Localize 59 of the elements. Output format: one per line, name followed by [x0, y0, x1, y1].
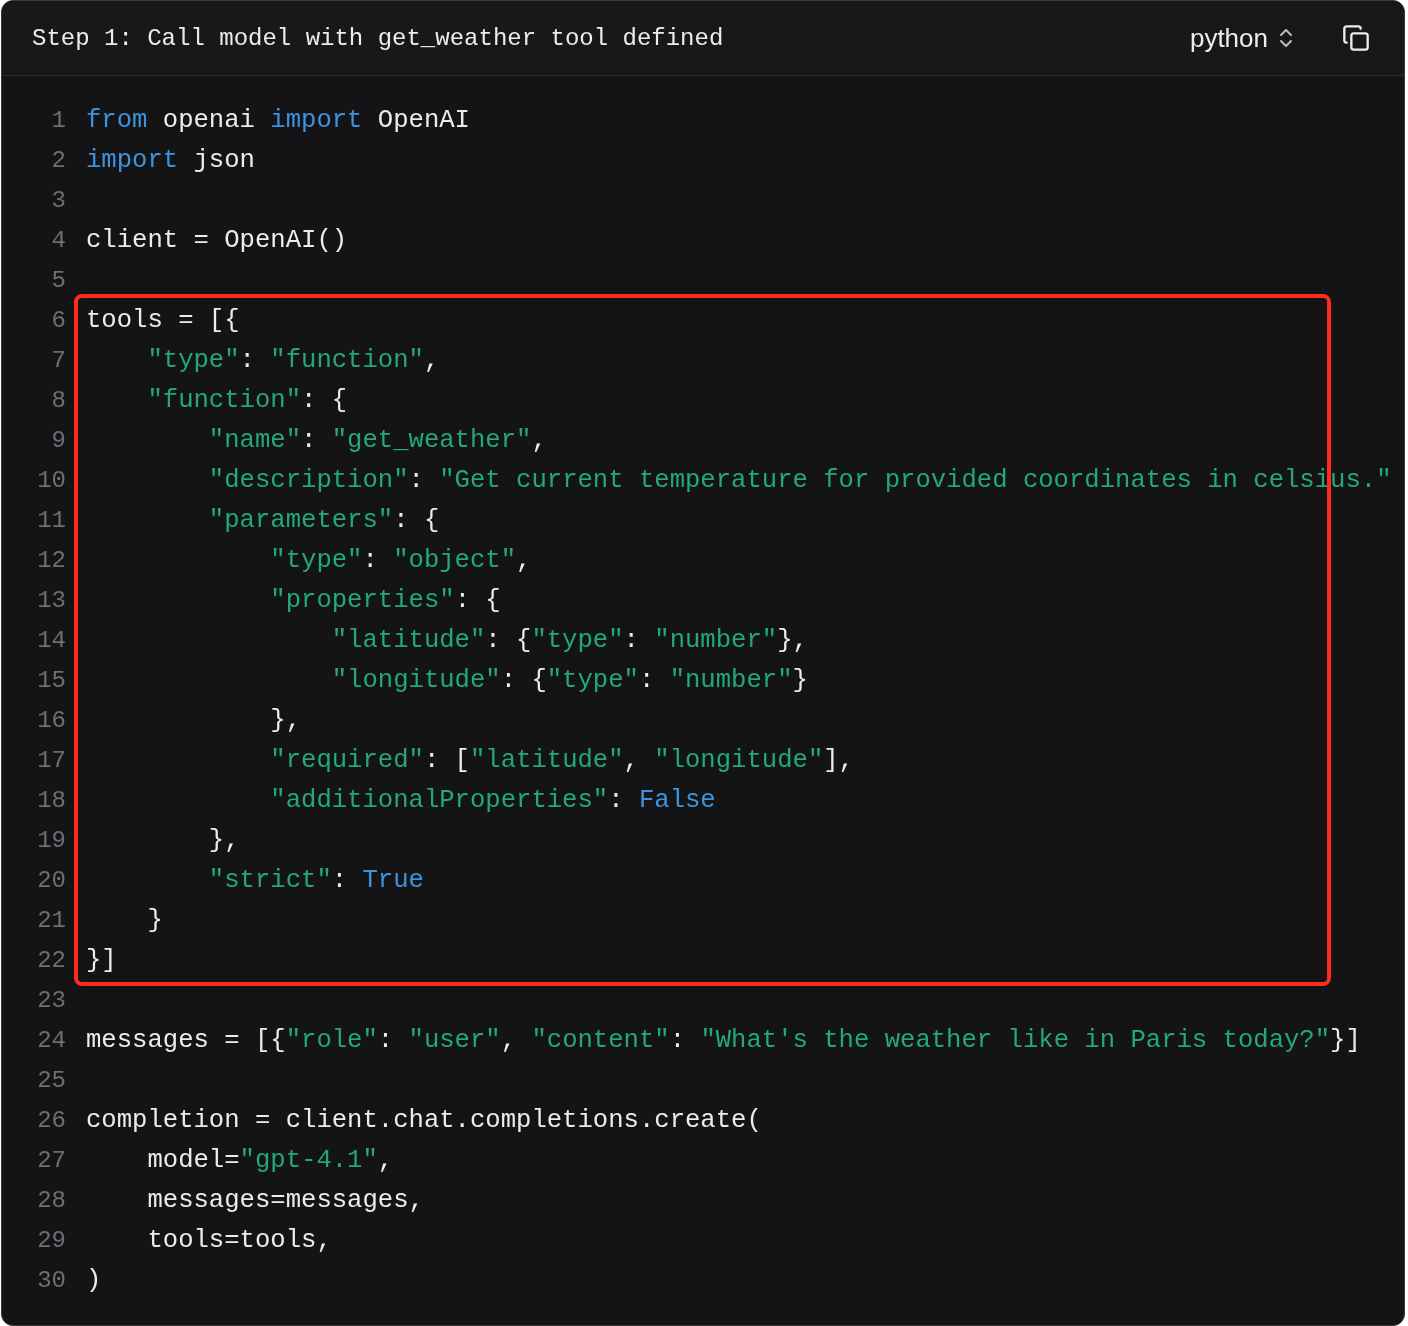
- code-line: model="gpt-4.1",: [146, 1145, 394, 1175]
- code-line: "latitude": {"type": "number"},: [330, 625, 808, 655]
- code-line: "type": "object",: [269, 545, 532, 575]
- line-number: 19: [36, 826, 66, 854]
- line-number: 21: [36, 906, 66, 934]
- line-number: 9: [50, 426, 66, 454]
- line-number: 28: [36, 1186, 66, 1214]
- code-line: "type": "function",: [146, 345, 440, 375]
- code-line: client = OpenAI(): [86, 225, 348, 255]
- code-line: "strict": True: [207, 865, 424, 895]
- line-number: 12: [36, 546, 66, 574]
- line-number: 14: [36, 626, 66, 654]
- code-line: },: [207, 825, 240, 855]
- copy-button[interactable]: [1342, 24, 1370, 52]
- code-line: messages = [{"role": "user", "content": "What's the weather like in Paris today?"}]: [86, 1025, 1361, 1055]
- line-number: 2: [50, 146, 66, 174]
- line-number: 1: [50, 106, 66, 134]
- code-line: "parameters": {: [207, 505, 440, 535]
- code-line: }: [146, 905, 163, 935]
- line-number: 25: [36, 1066, 66, 1094]
- code-line: tools=tools,: [146, 1225, 332, 1255]
- code-line: "function": {: [146, 385, 348, 415]
- copy-icon: [1342, 24, 1370, 52]
- code-line: completion = client.chat.completions.create(: [86, 1105, 762, 1135]
- code-line: "longitude": {"type": "number"}: [330, 665, 808, 695]
- line-number: 16: [36, 706, 66, 734]
- line-number: 30: [36, 1266, 66, 1294]
- language-selector[interactable]: python: [1189, 22, 1298, 54]
- code-line: "name": "get_weather",: [207, 425, 547, 455]
- line-number: 26: [36, 1106, 66, 1134]
- line-number: 7: [50, 346, 66, 374]
- code-line: ): [86, 1265, 102, 1295]
- line-number: 27: [36, 1146, 66, 1174]
- code-title: Step 1: Call model with get_weather tool defined: [32, 24, 724, 52]
- line-number: 15: [36, 666, 66, 694]
- line-number: 11: [36, 506, 66, 534]
- line-number: 22: [36, 946, 66, 974]
- line-number: 10: [36, 466, 66, 494]
- line-number: 5: [50, 266, 66, 294]
- code-line: tools = [{: [86, 305, 240, 335]
- line-number: 20: [36, 866, 66, 894]
- line-number: 13: [36, 586, 66, 614]
- line-number: 29: [36, 1226, 66, 1254]
- code-line: "additionalProperties": False: [269, 785, 716, 815]
- code-line: "required": ["latitude", "longitude"],: [269, 745, 854, 775]
- line-number: 6: [50, 306, 66, 334]
- code-line: }]: [86, 945, 117, 975]
- line-number: 24: [36, 1026, 66, 1054]
- code-line: "properties": {: [269, 585, 501, 615]
- code-line: from openai import OpenAI: [86, 105, 470, 135]
- code-line: import json: [86, 145, 255, 175]
- line-number: 23: [36, 986, 66, 1014]
- line-number: 18: [36, 786, 66, 814]
- line-number: 8: [50, 386, 66, 414]
- code-line: messages=messages,: [146, 1185, 424, 1215]
- line-number: 4: [50, 226, 66, 254]
- line-number: 17: [36, 746, 66, 774]
- code-line: },: [269, 705, 302, 735]
- line-number: 3: [50, 186, 66, 214]
